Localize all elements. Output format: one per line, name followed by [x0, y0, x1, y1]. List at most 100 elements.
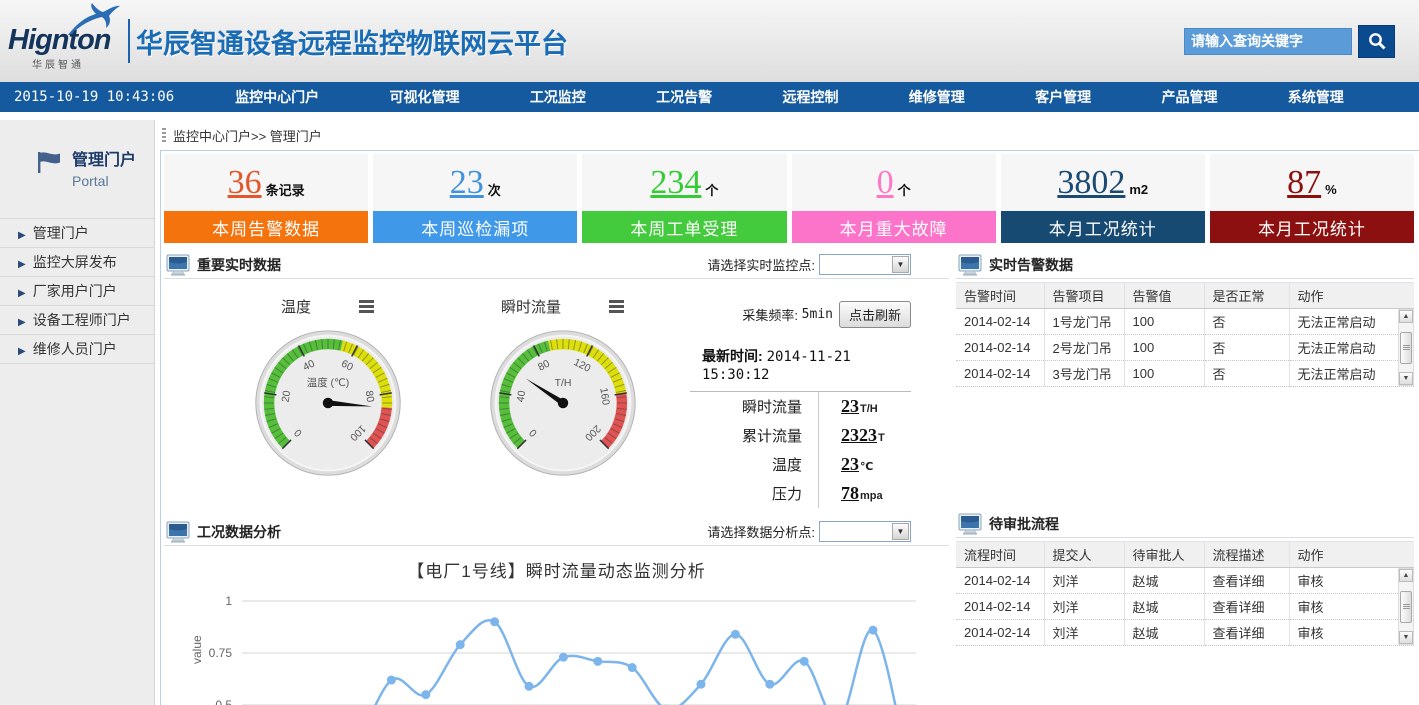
nav-item-7[interactable]: 产品管理: [1161, 87, 1217, 107]
table-cell: 无法正常启动: [1289, 309, 1414, 335]
analysis-point-select[interactable]: ▼: [819, 521, 911, 542]
sidebar-menu: ▶管理门户▶监控大屏发布▶厂家用户门户▶设备工程师门户▶维修人员门户: [0, 218, 154, 364]
nav-item-8[interactable]: 系统管理: [1288, 87, 1344, 107]
stat-value: 87: [1287, 164, 1321, 202]
freq-label: 采集频率:: [742, 305, 798, 324]
approvals-table-scrollbar[interactable]: ▲ ▼: [1398, 568, 1414, 645]
readout-label: 瞬时流量: [690, 396, 818, 417]
sidebar-item-3[interactable]: ▶设备工程师门户: [0, 306, 154, 335]
stat-card-1[interactable]: 23次本周巡检漏项: [373, 154, 577, 243]
stat-card-5[interactable]: 87%本月工况统计: [1210, 154, 1414, 243]
search-area: [1184, 24, 1395, 58]
monitor-point-select[interactable]: ▼: [819, 254, 911, 275]
monitor-icon: [166, 521, 190, 543]
column-header: 待审批人: [1124, 542, 1204, 568]
analysis-panel-header: 工况数据分析 请选择数据分析点: ▼: [164, 518, 949, 546]
monitor-icon: [958, 254, 982, 276]
scrollbar-thumb[interactable]: [1400, 332, 1412, 364]
readout-label: 累计流量: [690, 425, 818, 446]
nav-item-3[interactable]: 工况告警: [656, 87, 712, 107]
alerts-panel-header: 实时告警数据: [956, 251, 1414, 279]
nav-item-4[interactable]: 远程控制: [782, 87, 838, 107]
chevron-down-icon[interactable]: ▼: [892, 256, 909, 273]
search-input[interactable]: [1184, 28, 1352, 55]
stat-value: 3802: [1057, 164, 1125, 202]
nav-item-5[interactable]: 维修管理: [909, 87, 965, 107]
chevron-down-icon[interactable]: ▼: [892, 523, 909, 540]
sidebar-item-4[interactable]: ▶维修人员门户: [0, 335, 154, 364]
stat-label: 本月重大故障: [792, 211, 996, 243]
sidebar-item-0[interactable]: ▶管理门户: [0, 219, 154, 248]
chart-menu-icon[interactable]: [609, 298, 624, 315]
column-header: 动作: [1289, 542, 1414, 568]
column-header: 告警时间: [956, 283, 1044, 309]
top-header: Hignton 华辰智通 华辰智通设备远程监控物联网云平台: [0, 0, 1419, 82]
column-header: 是否正常: [1204, 283, 1289, 309]
table-row[interactable]: 2014-02-142号龙门吊100否无法正常启动: [956, 335, 1414, 361]
navbar-timestamp: 2015-10-19 10:43:06: [0, 89, 200, 105]
table-cell: 赵城: [1124, 594, 1204, 620]
table-cell: 查看详细: [1204, 620, 1289, 646]
chart-plot: 10.750.5: [164, 588, 944, 705]
table-cell: 100: [1124, 309, 1204, 335]
analysis-panel: 工况数据分析 请选择数据分析点: ▼ 【电厂1号线】瞬时流量动态监测分析 val…: [164, 518, 949, 705]
latest-time-label: 最新时间:: [702, 348, 763, 364]
gauge-temperature-title: 温度: [281, 296, 311, 317]
scroll-up-icon[interactable]: ▲: [1399, 310, 1413, 323]
stat-card-3[interactable]: 0个本月重大故障: [792, 154, 996, 243]
svg-text:0.75: 0.75: [209, 646, 233, 660]
table-row[interactable]: 2014-02-14刘洋赵城查看详细审核: [956, 568, 1414, 594]
table-cell: 否: [1204, 361, 1289, 387]
arrow-right-icon: ▶: [18, 317, 26, 328]
readout-label: 压力: [690, 483, 818, 504]
nav-item-0[interactable]: 监控中心门户: [235, 87, 319, 107]
stat-card-4[interactable]: 3802m2本月工况统计: [1001, 154, 1205, 243]
table-cell: 2014-02-14: [956, 620, 1044, 646]
table-cell: 2号龙门吊: [1044, 335, 1124, 361]
table-row[interactable]: 2014-02-141号龙门吊100否无法正常启动: [956, 309, 1414, 335]
scrollbar-thumb[interactable]: [1400, 591, 1412, 623]
column-header: 告警项目: [1044, 283, 1124, 309]
breadcrumb-path[interactable]: 监控中心门户>> 管理门户: [173, 126, 322, 145]
arrow-right-icon: ▶: [18, 346, 26, 357]
stat-value: 23: [450, 164, 484, 202]
table-row[interactable]: 2014-02-14刘洋赵城查看详细审核: [956, 594, 1414, 620]
stat-card-2[interactable]: 234个本周工单受理: [582, 154, 786, 243]
scroll-down-icon[interactable]: ▼: [1399, 372, 1413, 385]
gauge-area: 温度 020406080100温度 (℃) 瞬时流量: [164, 279, 949, 508]
sidebar-item-2[interactable]: ▶厂家用户门户: [0, 277, 154, 306]
stat-card-0[interactable]: 36条记录本周告警数据: [164, 154, 368, 243]
column-header: 提交人: [1044, 542, 1124, 568]
table-cell: 100: [1124, 361, 1204, 387]
stat-label: 本周告警数据: [164, 211, 368, 243]
sidebar-item-1[interactable]: ▶监控大屏发布: [0, 248, 154, 277]
table-cell: 2014-02-14: [956, 361, 1044, 387]
readout-unit: T: [878, 432, 885, 444]
nav-item-6[interactable]: 客户管理: [1035, 87, 1091, 107]
chart-menu-icon[interactable]: [359, 298, 374, 315]
table-row[interactable]: 2014-02-14刘洋赵城查看详细审核: [956, 620, 1414, 646]
approvals-table-wrap: 流程时间提交人待审批人流程描述动作2014-02-14刘洋赵城查看详细审核201…: [956, 541, 1414, 646]
logo-divider: [128, 19, 130, 63]
nav-item-1[interactable]: 可视化管理: [389, 87, 459, 107]
table-row[interactable]: 2014-02-143号龙门吊100否无法正常启动: [956, 361, 1414, 387]
arrow-right-icon: ▶: [18, 259, 26, 270]
breadcrumb-icon: [162, 128, 166, 142]
refresh-button[interactable]: 点击刷新: [839, 301, 911, 328]
table-cell: 2014-02-14: [956, 335, 1044, 361]
table-cell: 无法正常启动: [1289, 361, 1414, 387]
scroll-down-icon[interactable]: ▼: [1399, 631, 1413, 644]
stat-label: 本月工况统计: [1001, 211, 1205, 243]
table-cell: 2014-02-14: [956, 594, 1044, 620]
arrow-right-icon: ▶: [18, 288, 26, 299]
search-button[interactable]: [1358, 25, 1395, 58]
nav-item-2[interactable]: 工况监控: [530, 87, 586, 107]
logo[interactable]: Hignton 华辰智通: [0, 0, 128, 82]
alerts-table-scrollbar[interactable]: ▲ ▼: [1398, 309, 1414, 386]
realtime-panel-header: 重要实时数据 请选择实时监控点: ▼: [164, 251, 949, 279]
scroll-up-icon[interactable]: ▲: [1399, 569, 1413, 582]
brand-subname: 华辰智通: [32, 56, 84, 71]
stat-unit: 次: [488, 180, 501, 199]
readout-value: 23: [841, 454, 859, 475]
nav-menu: 监控中心门户 可视化管理 工况监控 工况告警 远程控制 维修管理 客户管理 产品管理 系统管理: [200, 87, 1419, 107]
